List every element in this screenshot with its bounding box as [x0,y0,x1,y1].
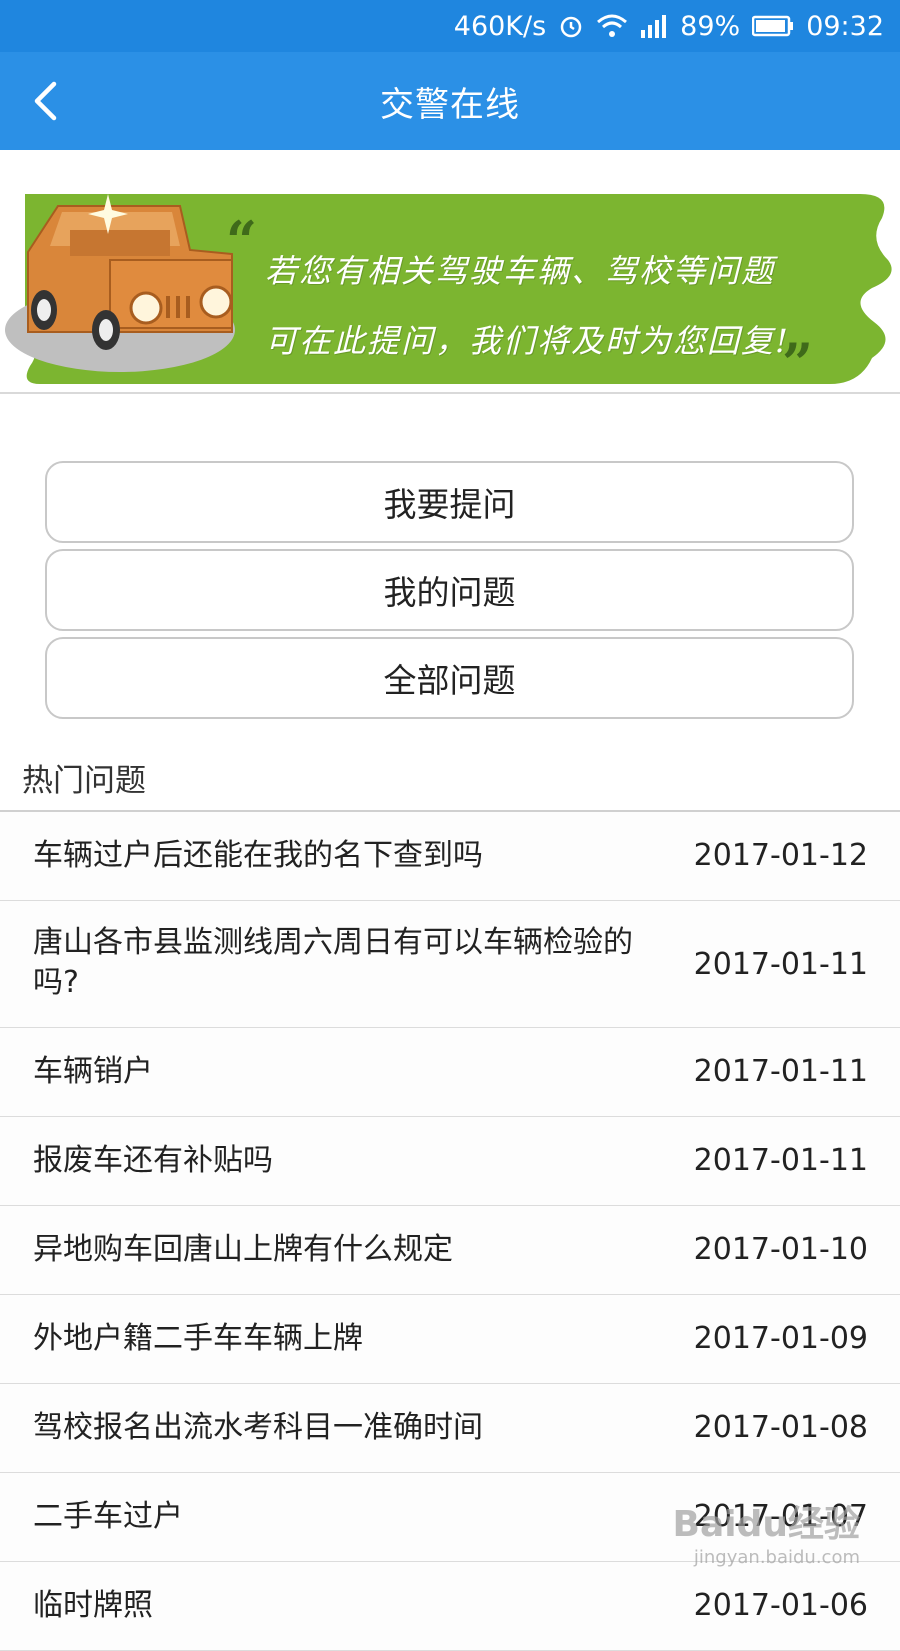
banner-text-line1: 若您有相关驾驶车辆、驾校等问题 [265,252,776,290]
list-item[interactable]: 车辆过户后还能在我的名下查到吗 2017-01-12 [0,812,900,901]
watermark: Baidu经验 jingyan.baidu.com [673,1495,860,1568]
list-item[interactable]: 车辆销户 2017-01-11 [0,1028,900,1117]
signal-icon [640,14,668,38]
question-date: 2017-01-12 [693,838,868,873]
question-text: 驾校报名出流水考科目一准确时间 [33,1410,483,1445]
question-date: 2017-01-11 [693,1054,868,1089]
battery-icon [752,15,794,37]
section-title: 热门问题 [22,763,146,799]
all-questions-button[interactable]: 全部问题 [45,637,854,719]
question-text: 唐山各市县监测线周六周日有可以车辆检验的吗? [33,925,633,1000]
list-item[interactable]: 外地户籍二手车车辆上牌 2017-01-09 [0,1295,900,1384]
question-date: 2017-01-09 [693,1321,868,1356]
svg-text:“: “ [226,209,257,273]
banner-text-line2: 可在此提问，我们将及时为您回复! [265,322,790,360]
question-text: 车辆过户后还能在我的名下查到吗 [33,838,483,873]
question-text: 车辆销户 [33,1054,153,1089]
question-text: 二手车过户 [33,1499,183,1534]
my-questions-button[interactable]: 我的问题 [45,549,854,631]
page-title: 交警在线 [380,84,520,125]
question-date: 2017-01-11 [693,947,868,982]
list-item[interactable]: 驾校报名出流水考科目一准确时间 2017-01-08 [0,1384,900,1473]
divider [0,392,900,394]
clock: 09:32 [806,10,884,42]
alarm-icon [558,13,584,39]
list-item[interactable]: 临时牌照 2017-01-06 [0,1562,900,1651]
question-text: 异地购车回唐山上牌有什么规定 [33,1232,453,1267]
watermark-url: jingyan.baidu.com [693,1547,860,1568]
question-text: 临时牌照 [33,1588,153,1623]
question-date: 2017-01-11 [693,1143,868,1178]
list-item[interactable]: 异地购车回唐山上牌有什么规定 2017-01-10 [0,1206,900,1295]
watermark-brand: Baidu经验 [672,1504,860,1545]
question-text: 外地户籍二手车车辆上牌 [33,1321,363,1356]
ask-question-button[interactable]: 我要提问 [45,461,854,543]
list-item[interactable]: 唐山各市县监测线周六周日有可以车辆检验的吗? 2017-01-11 [0,901,900,1028]
question-text: 报废车还有补贴吗 [33,1143,273,1178]
wifi-icon [596,13,628,39]
question-date: 2017-01-10 [693,1232,868,1267]
list-item[interactable]: 报废车还有补贴吗 2017-01-11 [0,1117,900,1206]
battery-percent: 89% [680,10,741,42]
question-date: 2017-01-08 [693,1410,868,1445]
status-bar: 460K/s 89% 09:32 [0,0,900,52]
network-speed: 460K/s [453,10,547,42]
question-date: 2017-01-06 [693,1588,868,1623]
app-header: 交警在线 [0,52,900,150]
